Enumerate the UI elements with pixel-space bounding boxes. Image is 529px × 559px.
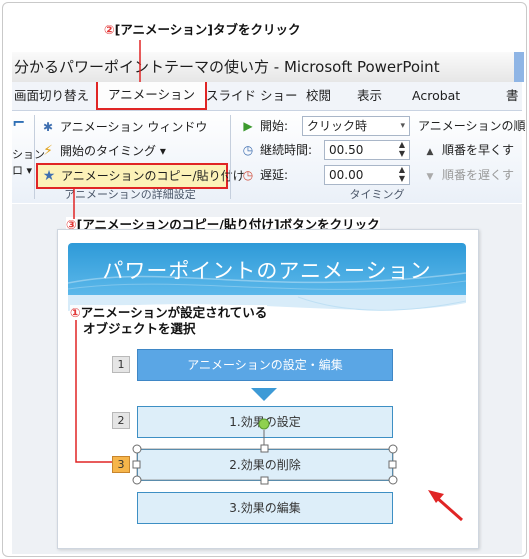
- annotation-overlay: [73, 40, 463, 522]
